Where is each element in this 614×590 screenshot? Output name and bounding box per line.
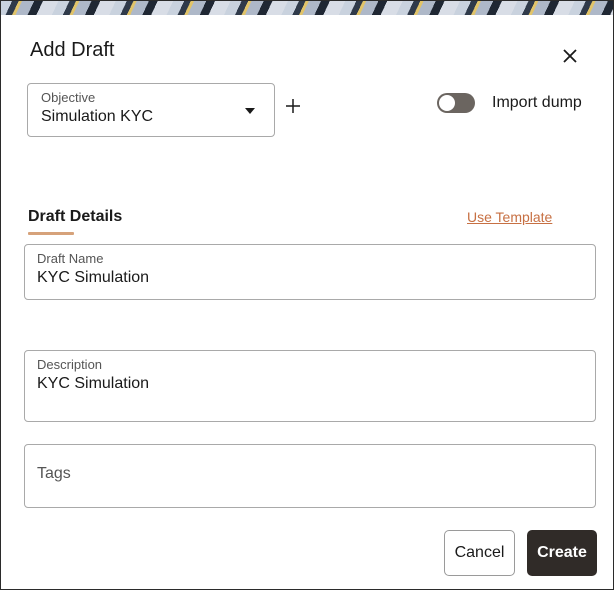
caret-down-icon: [245, 108, 255, 114]
objective-label: Objective: [41, 90, 96, 105]
description-label: Description: [37, 357, 103, 372]
import-dump-toggle[interactable]: [437, 93, 475, 113]
dialog-title: Add Draft: [30, 39, 115, 61]
create-button[interactable]: Create: [527, 530, 597, 576]
draft-details-heading: Draft Details: [28, 208, 123, 225]
import-dump-label: Import dump: [492, 94, 582, 111]
cancel-button[interactable]: Cancel: [444, 530, 515, 576]
use-template-link[interactable]: Use Template: [467, 209, 552, 225]
plus-icon: [286, 99, 300, 113]
section-underline: [28, 232, 74, 235]
description-value: KYC Simulation: [37, 375, 150, 392]
close-button[interactable]: [557, 43, 583, 69]
tags-field[interactable]: Tags: [24, 444, 596, 508]
draft-name-label: Draft Name: [37, 251, 104, 266]
draft-name-value: KYC Simulation: [37, 269, 150, 286]
add-draft-dialog: Add Draft Objective Simulation KYC Impor…: [0, 0, 614, 590]
draft-name-field[interactable]: Draft Name KYC Simulation: [24, 244, 596, 300]
tags-placeholder: Tags: [37, 465, 71, 482]
add-objective-button[interactable]: [282, 95, 304, 117]
close-icon: [563, 49, 577, 63]
header-banner-image: [1, 1, 613, 15]
description-field[interactable]: Description KYC Simulation: [24, 350, 596, 422]
objective-value: Simulation KYC: [41, 108, 154, 125]
objective-select[interactable]: Objective Simulation KYC: [27, 83, 275, 137]
toggle-knob: [439, 95, 455, 111]
